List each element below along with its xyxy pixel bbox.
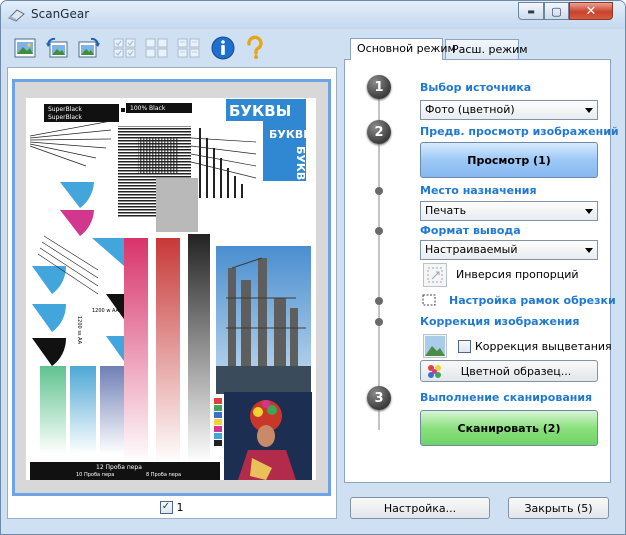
close-icon: ✕ [585,3,597,19]
check-icon: ✓ [161,501,171,512]
whole-image-view-button[interactable] [143,34,170,61]
scangear-app-icon [8,9,25,22]
destination-select[interactable]: Печать [420,201,598,221]
scangear-window: ScanGear ▬ ▢ ✕ SuperBlack SuperBlack 100… [0,0,626,535]
output-size-select-value: Настраиваемый [425,243,518,256]
multi-crop-icon [177,38,199,57]
invert-ratio-label: Инверсия пропорций [456,268,579,281]
info-button[interactable] [209,34,236,61]
settings-button[interactable]: Настройка... [350,497,490,519]
maximize-icon: ▢ [551,4,562,18]
chart-resolution-label: 1200 w AA [92,308,120,314]
chart-label-superblack: SuperBlack [48,106,82,113]
crop-frame-icon [422,294,436,306]
source-select-value: Фото (цветной) [425,103,515,116]
minimize-icon: ▬ [527,6,535,16]
step-dot [375,318,383,326]
output-size-label: Формат вывода [420,224,521,237]
scanned-test-chart: SuperBlack SuperBlack 100% Black БУКВЫ Б… [26,98,316,480]
title-bar[interactable]: ScanGear ▬ ▢ ✕ [1,1,625,29]
preview-button-label: Просмотр (1) [467,153,551,167]
scanner-photo-button[interactable] [11,34,38,61]
whole-image-view-icon [145,38,167,57]
preview-button[interactable]: Просмотр (1) [420,142,598,178]
rotate-left-button[interactable] [43,34,70,61]
color-pattern-icon [428,365,441,378]
settings-button-label: Настройка... [383,501,457,515]
invert-ratio-button[interactable] [423,263,447,287]
toolbar [7,31,337,65]
color-pattern-button[interactable]: Цветной образец... [420,360,598,382]
tab-advanced-mode[interactable]: Расш. режим [445,39,528,60]
scan-button[interactable]: Сканировать (2) [420,410,598,446]
preview-area[interactable]: SuperBlack SuperBlack 100% Black БУКВЫ Б… [12,79,331,496]
perform-scan-label: Выполнение сканирования [420,391,593,404]
test-chart-image: SuperBlack SuperBlack 100% Black БУКВЫ Б… [29,99,315,480]
chart-title-bukvy: БУКВЫ [229,102,291,120]
close-window-button[interactable]: ✕ [569,2,613,20]
multi-crop-button[interactable] [175,34,202,61]
page-number: 1 [176,500,184,514]
chevron-down-icon [585,209,593,214]
minimize-button[interactable]: ▬ [518,2,544,20]
help-button[interactable] [241,34,268,61]
output-size-select[interactable]: Настраиваемый [420,240,598,260]
step-dot [375,227,383,235]
destination-label: Место назначения [420,184,537,197]
source-select[interactable]: Фото (цветной) [420,100,598,120]
image-correction-preview [423,334,447,358]
thumbnail-view-icon [113,38,135,57]
chevron-down-icon [585,248,593,253]
image-correction-label: Коррекция изображения [420,315,580,328]
color-pattern-button-label: Цветной образец... [460,364,572,378]
help-icon [246,35,263,59]
tab-advanced-label: Расш. режим [452,43,528,56]
destination-select-value: Печать [425,204,467,217]
scanner-photo-icon [14,38,35,57]
step-dot [375,187,383,195]
chart-proof-10: 10 Проба пера [76,472,114,478]
rotate-left-icon [45,37,67,57]
preview-images-label: Предв. просмотр изображений [420,125,619,138]
chart-title-bukvy-2: БУКВЫ [269,128,315,141]
page-checkbox[interactable]: ✓ [159,500,173,514]
close-button[interactable]: Закрыть (5) [508,497,609,519]
invert-ratio-icon [427,267,443,283]
crop-frame-label[interactable]: Настройка рамок обрезки [449,294,616,307]
step-3-badge: 3 [367,386,391,410]
tab-basic-mode[interactable]: Основной режим [350,38,456,60]
scan-button-label: Сканировать (2) [457,421,561,435]
step-dot [375,297,383,305]
rotate-right-icon [78,37,100,57]
window-title: ScanGear [31,7,90,21]
basic-mode-panel: 1 Выбор источника Фото (цветной) 2 Предв… [344,59,619,483]
step-1-badge: 1 [367,75,391,99]
select-source-label: Выбор источника [420,81,532,94]
chevron-down-icon [585,108,593,113]
thumbnail-view-button[interactable] [111,34,138,61]
page-selector: ✓ 1 [12,497,331,517]
chart-label-superblack-2: SuperBlack [48,114,82,121]
chart-vertical-bukvy: БУКВЫ [294,146,307,192]
fading-correction-checkbox[interactable] [458,340,471,353]
fading-correction-label: Коррекция выцветания [475,340,612,353]
chart-proof-8: 8 Проба пера [146,472,181,478]
landscape-thumbnail-icon [425,336,445,356]
rotate-right-button[interactable] [75,34,102,61]
chart-label-100-black: 100% Black [130,105,166,112]
chart-resolution-vertical: 1200 ss AA [76,316,82,345]
close-button-label: Закрыть (5) [524,501,593,515]
maximize-button[interactable]: ▢ [544,2,569,20]
chart-proof-12: 12 Проба пера [96,464,142,471]
info-icon [211,36,234,59]
tab-basic-label: Основной режим [357,42,456,55]
step-2-badge: 2 [367,120,391,144]
